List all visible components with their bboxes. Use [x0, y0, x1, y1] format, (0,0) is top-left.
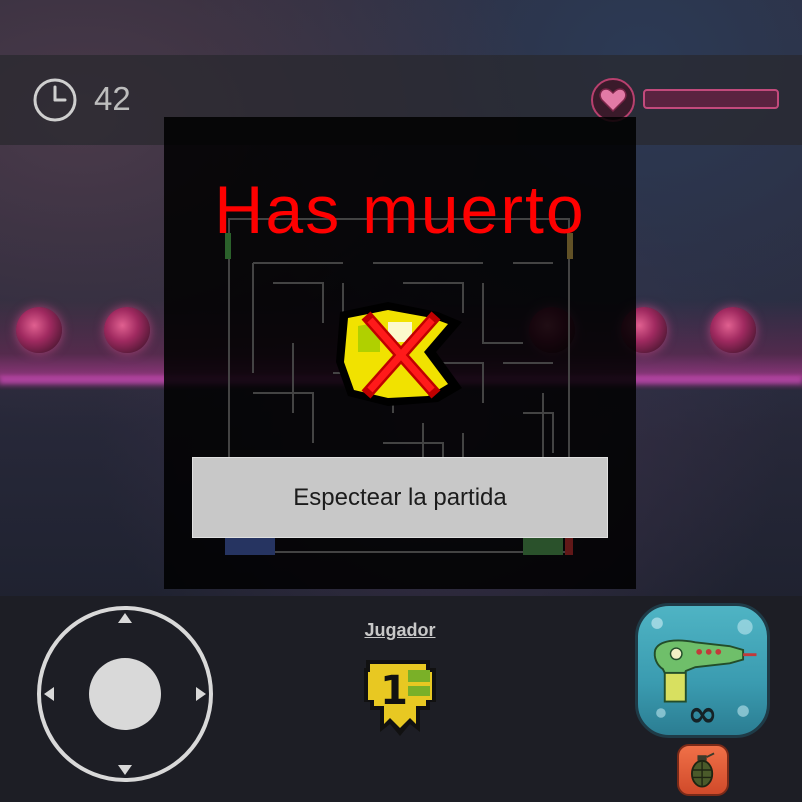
- background-orb: [710, 307, 756, 353]
- death-title: Has muerto: [214, 172, 586, 248]
- grenade-button[interactable]: [677, 744, 729, 796]
- joystick-up-arrow: [118, 613, 132, 623]
- rank-1-badge: 1: [364, 660, 436, 736]
- spectate-button[interactable]: Espectear la partida: [192, 457, 608, 538]
- health-bar: [643, 89, 779, 109]
- rank-number: 1: [380, 668, 408, 714]
- joystick-down-arrow: [118, 765, 132, 775]
- weapon-button[interactable]: ∞: [635, 603, 770, 738]
- joystick[interactable]: [36, 605, 214, 783]
- background-orb: [16, 307, 62, 353]
- clock-icon: [33, 78, 77, 122]
- heart-icon: [591, 78, 635, 122]
- ammo-count: ∞: [687, 694, 718, 735]
- player-label: Jugador: [364, 620, 436, 640]
- joystick-left-arrow: [44, 687, 54, 701]
- background-orb: [104, 307, 150, 353]
- timer-value: 42: [94, 80, 131, 117]
- joystick-right-arrow: [196, 687, 206, 701]
- grenade-icon: [691, 752, 715, 788]
- game-scene: 42 Has muerto Espectear la partida Jugad…: [0, 0, 802, 802]
- dead-player-avatar: [336, 302, 462, 406]
